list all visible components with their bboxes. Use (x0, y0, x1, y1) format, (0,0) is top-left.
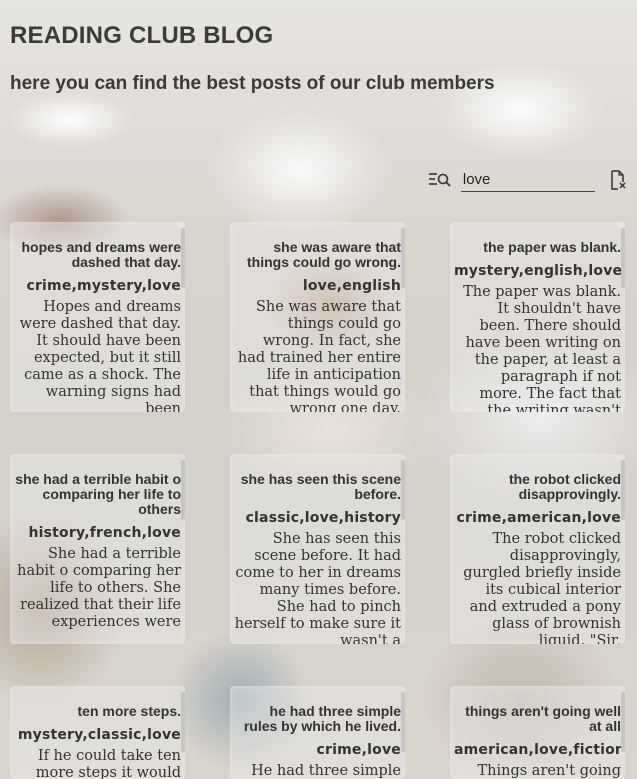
card-scrollbar[interactable] (401, 228, 405, 288)
post-tags: history,french,love (28, 525, 181, 541)
card-scrollbar[interactable] (621, 460, 625, 520)
post-body: She was aware that things could go wrong… (237, 299, 401, 412)
search-bar (428, 166, 628, 194)
post-body: He had three simple rules by which he li… (251, 763, 401, 779)
search-list-icon[interactable] (428, 170, 453, 190)
post-title: she has seen this scene before. (240, 472, 401, 502)
post-tags: crime,mystery,love (26, 278, 181, 294)
page-subtitle: here you can find the best posts of our … (10, 73, 495, 94)
post-card[interactable]: she has seen this scene before. classic,… (230, 454, 405, 644)
card-scrollbar[interactable] (621, 692, 625, 752)
post-title: the robot clicked disapprovingly. (508, 472, 621, 502)
post-body: The robot clicked disapprovingly, gurgle… (463, 531, 621, 644)
post-body: Hopes and dreams were dashed that day. I… (19, 299, 181, 412)
card-scrollbar[interactable] (181, 460, 185, 520)
card-scrollbar[interactable] (401, 692, 405, 752)
post-title: she had a terrible habit o comparing her… (15, 472, 181, 517)
post-card[interactable]: she had a terrible habit o comparing her… (10, 454, 185, 644)
post-tags: classic,love,history (245, 510, 401, 526)
post-card[interactable]: the robot clicked disapprovingly. crime,… (450, 454, 625, 644)
post-card[interactable]: she was aware that things could go wrong… (230, 222, 405, 412)
post-tags: mystery,english,love (454, 263, 621, 279)
page-title: READING CLUB BLOG (10, 22, 274, 49)
card-scrollbar[interactable] (401, 460, 405, 520)
post-card[interactable]: things aren't going well at all american… (450, 686, 625, 779)
post-body: She has seen this scene before. It had c… (234, 531, 401, 644)
clear-file-icon[interactable] (609, 169, 628, 191)
post-card[interactable]: the paper was blank. mystery,english,lov… (450, 222, 625, 412)
post-title: the paper was blank. (483, 240, 621, 255)
post-title: she was aware that things could go wrong… (247, 240, 401, 270)
post-title: things aren't going well at all (465, 704, 621, 734)
card-scrollbar[interactable] (621, 228, 625, 288)
post-title: hopes and dreams were dashed that day. (21, 240, 181, 270)
card-scrollbar[interactable] (181, 228, 185, 288)
post-body: Things aren't going well at all with mom… (477, 763, 621, 779)
post-card[interactable]: hopes and dreams were dashed that day. c… (10, 222, 185, 412)
post-body: If he could take ten more steps it would… (35, 748, 181, 779)
post-tags: love,english (302, 278, 401, 294)
post-tags: american,love,fiction (454, 742, 621, 758)
post-tags: crime,american,love (456, 510, 621, 526)
post-card[interactable]: ten more steps. mystery,classic,love If … (10, 686, 185, 779)
post-tags: crime,love (316, 742, 401, 758)
post-title: he had three simple rules by which he li… (243, 704, 401, 734)
post-card[interactable]: he had three simple rules by which he li… (230, 686, 405, 779)
post-body: She had a terrible habit o comparing her… (17, 546, 181, 630)
post-title: ten more steps. (77, 704, 181, 719)
post-tags: mystery,classic,love (17, 727, 181, 743)
card-scrollbar[interactable] (181, 692, 185, 752)
post-body: The paper was blank. It shouldn't have b… (463, 284, 621, 412)
search-input[interactable] (460, 168, 595, 192)
